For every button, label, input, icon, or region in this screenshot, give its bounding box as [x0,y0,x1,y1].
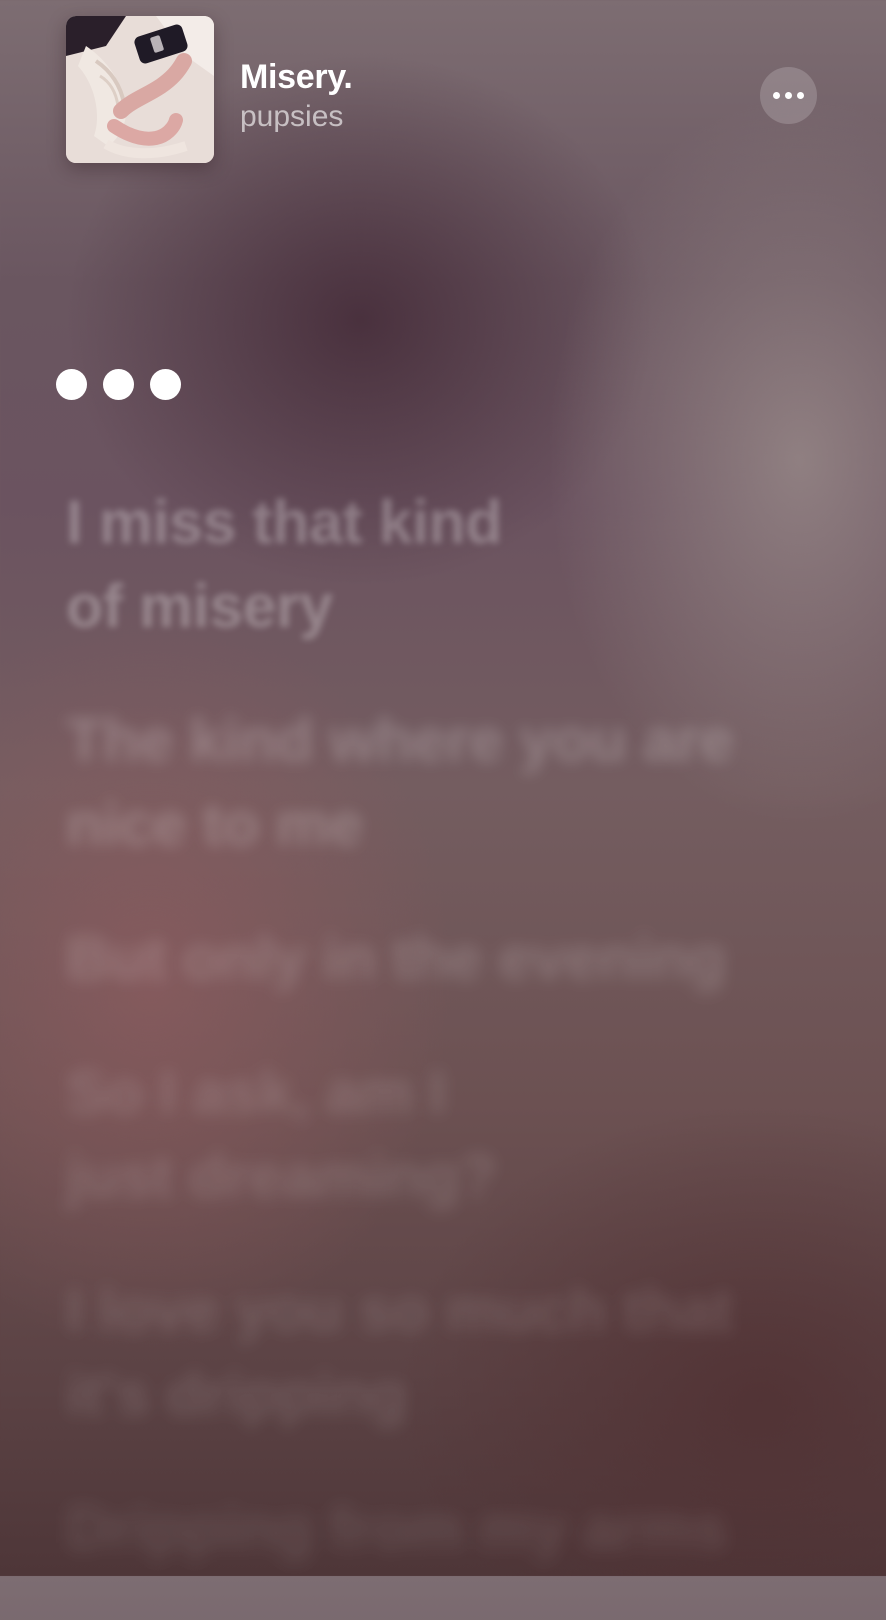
lyric-text: it's dripping [66,1360,407,1428]
lyric-text: So I ask, am I [66,1058,446,1126]
lyric-line[interactable]: So I ask, am I just dreaming? [66,1050,826,1218]
lyric-line[interactable]: But only in the evening [66,916,826,1000]
interlude-dot [150,369,181,400]
more-options-button[interactable] [760,67,817,124]
lyric-text: But only in the evening [66,924,726,992]
instrumental-dots-icon [56,369,181,400]
song-title: Misery. [240,58,353,96]
lyric-line[interactable]: I love you so much that it's dripping [66,1268,826,1436]
now-playing-header: Misery. pupsies [0,0,886,180]
ellipsis-icon [773,92,780,99]
lyric-text: nice to me [66,790,363,858]
lyric-text: Dripping from my arms [66,1494,727,1562]
album-artwork[interactable] [66,16,214,163]
ellipsis-icon [785,92,792,99]
interlude-dot [56,369,87,400]
lyric-line[interactable]: Dripping from my arms [66,1486,826,1570]
lyric-text: of misery [66,572,333,640]
lyrics-view[interactable]: I miss that kind of misery The kind wher… [66,480,826,1620]
lyric-text: just dreaming? [66,1142,497,1210]
song-artist[interactable]: pupsies [240,100,343,134]
album-art-image [66,16,214,163]
ellipsis-icon [797,92,804,99]
lyric-line[interactable]: I miss that kind of misery [66,480,826,648]
lyric-text: I miss that kind [66,488,503,556]
lyric-text: I love you so much that [66,1276,733,1344]
interlude-dot [103,369,134,400]
lyric-line[interactable]: The kind where you are nice to me [66,698,826,866]
lyric-text: The kind where you are [66,706,733,774]
